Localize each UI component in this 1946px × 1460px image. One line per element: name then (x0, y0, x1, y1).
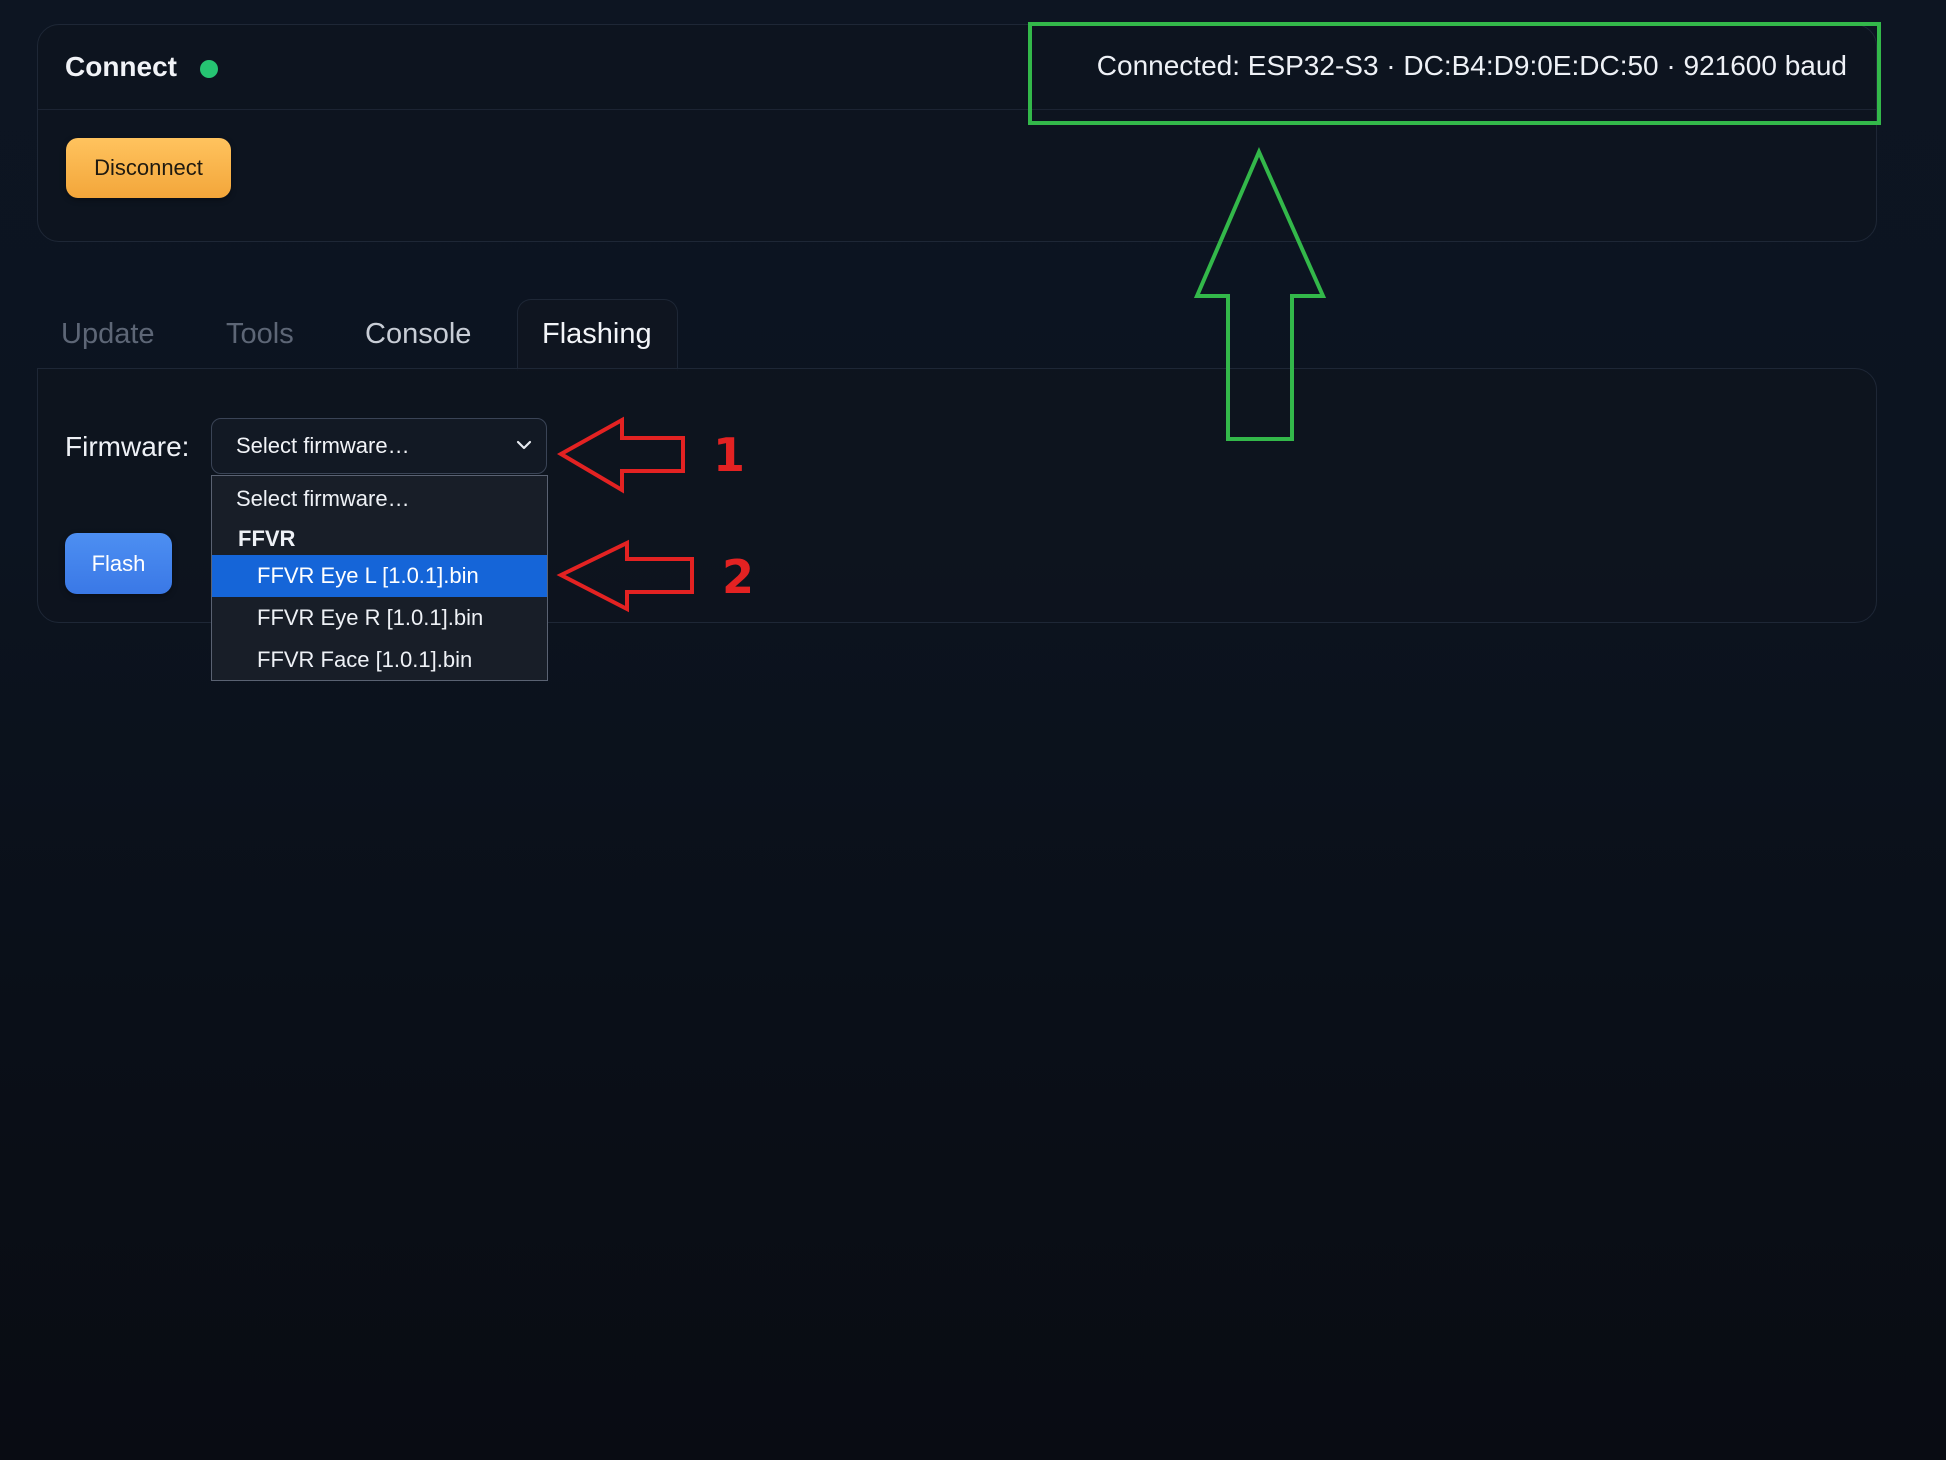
tab-tools[interactable]: Tools (226, 318, 294, 351)
connect-title: Connect (65, 51, 177, 82)
tab-flashing[interactable]: Flashing (542, 318, 652, 351)
firmware-dropdown-list: Select firmware… FFVR FFVR Eye L [1.0.1]… (211, 475, 548, 681)
firmware-select[interactable]: Select firmware… (211, 418, 547, 474)
disconnect-button[interactable]: Disconnect (66, 138, 231, 198)
status-highlight-box (1028, 22, 1881, 125)
chevron-down-icon (516, 440, 532, 450)
dropdown-group-label: FFVR (238, 526, 296, 551)
dropdown-option-eye-l[interactable]: FFVR Eye L [1.0.1].bin (212, 555, 547, 597)
firmware-select-value: Select firmware… (236, 433, 410, 458)
flash-button[interactable]: Flash (65, 533, 172, 594)
connection-status-dot (200, 60, 218, 78)
firmware-label: Firmware: (65, 431, 190, 462)
tab-update[interactable]: Update (61, 318, 155, 351)
dropdown-option-placeholder[interactable]: Select firmware… (212, 478, 547, 520)
tab-console[interactable]: Console (365, 318, 471, 351)
dropdown-option-face[interactable]: FFVR Face [1.0.1].bin (212, 639, 547, 681)
dropdown-option-eye-r[interactable]: FFVR Eye R [1.0.1].bin (212, 597, 547, 639)
